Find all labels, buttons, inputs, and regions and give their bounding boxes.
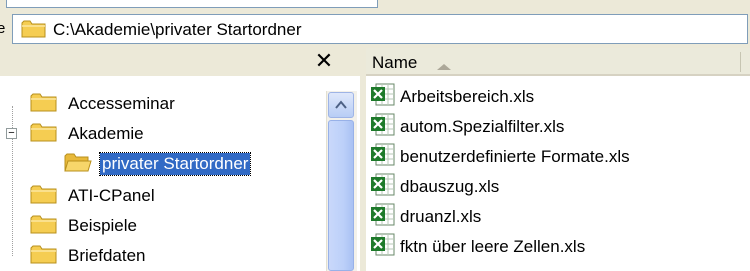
folder-icon: [21, 19, 47, 44]
address-input[interactable]: C:\Akademie\privater Startordner: [12, 14, 748, 44]
excel-file-icon: [370, 83, 396, 112]
excel-file-icon: [370, 173, 396, 202]
file-item[interactable]: dbauszug.xls: [370, 173, 500, 202]
tree-item-accesseminar[interactable]: Accesseminar: [30, 92, 177, 116]
close-pane-button[interactable]: ✕: [312, 48, 336, 74]
excel-file-icon: [370, 233, 396, 262]
tree-item-privater-startordner[interactable]: privater Startordner: [64, 151, 252, 178]
expand-collapse-toggle[interactable]: −: [6, 128, 17, 139]
tree-item-label: Briefdaten: [68, 246, 146, 265]
file-name: Arbeitsbereich.xls: [400, 87, 535, 106]
folder-icon: [30, 121, 58, 148]
column-header-name[interactable]: Name: [372, 53, 417, 73]
file-name: fktn über leere Zellen.xls: [400, 237, 586, 256]
file-item[interactable]: benutzerdefinierte Formate.xls: [370, 143, 630, 172]
folder-icon: [30, 213, 58, 240]
tree-item-briefdaten[interactable]: Briefdaten: [30, 244, 148, 268]
excel-file-icon: [370, 113, 396, 142]
open-folder-icon: [64, 151, 92, 178]
file-item[interactable]: autom.Spezialfilter.xls: [370, 113, 565, 142]
file-item[interactable]: druanzl.xls: [370, 203, 482, 232]
address-path: C:\Akademie\privater Startordner: [53, 20, 302, 39]
folder-tree-pane: ✕ Accesseminar − Akademie privater Start…: [0, 48, 360, 271]
file-item[interactable]: Arbeitsbereich.xls: [370, 83, 535, 112]
address-row: e C:\Akademie\privater Startordner: [0, 8, 750, 48]
file-name: benutzerdefinierte Formate.xls: [400, 147, 630, 166]
scrollbar-thumb[interactable]: [328, 120, 354, 271]
tree-item-beispiele[interactable]: Beispiele: [30, 214, 139, 238]
sort-ascending-icon: [436, 58, 452, 76]
toolbar-field[interactable]: [6, 0, 378, 8]
tree-item-ati-cpanel[interactable]: ATI-CPanel: [30, 184, 157, 208]
excel-file-icon: [370, 203, 396, 232]
column-divider[interactable]: [740, 52, 741, 72]
file-name: dbauszug.xls: [400, 177, 500, 196]
folder-icon: [30, 183, 58, 210]
toolbar-strip: [0, 0, 750, 8]
tree-item-label: Accesseminar: [68, 94, 175, 113]
tree-item-akademie[interactable]: Akademie: [30, 122, 146, 146]
folder-icon: [30, 243, 58, 270]
tree-item-label: Akademie: [68, 124, 144, 143]
file-name: autom.Spezialfilter.xls: [400, 117, 565, 136]
column-header-bar: Name: [366, 48, 750, 76]
file-name: druanzl.xls: [400, 207, 482, 226]
file-list-pane: Name Arbeitsbereich.xls autom.Spezialfil…: [366, 48, 750, 271]
tree-item-label: privater Startordner: [98, 152, 252, 176]
tree-item-label: Beispiele: [68, 216, 137, 235]
scroll-up-button[interactable]: [328, 92, 354, 118]
chevron-up-icon: [335, 100, 347, 109]
tree-item-label: ATI-CPanel: [68, 186, 155, 205]
address-label: e: [0, 20, 6, 36]
folder-icon: [30, 91, 58, 118]
folder-pane-header: ✕: [0, 48, 360, 76]
file-item[interactable]: fktn über leere Zellen.xls: [370, 233, 586, 262]
excel-file-icon: [370, 143, 396, 172]
